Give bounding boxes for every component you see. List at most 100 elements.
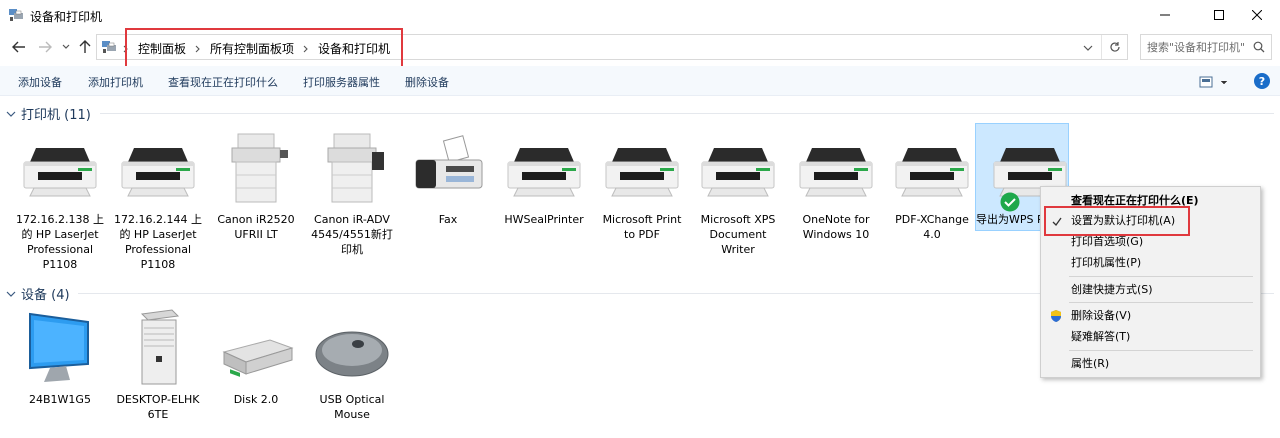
- see-whats-printing-button[interactable]: 查看现在正在打印什么: [168, 74, 278, 90]
- address-history-chevron-icon[interactable]: [1081, 42, 1095, 54]
- chevron-down-icon: [62, 44, 70, 49]
- item-label-line: Professional: [124, 243, 192, 256]
- search-input[interactable]: [1147, 36, 1251, 58]
- window-title: 设备和打印机: [30, 10, 103, 24]
- menu-separator: [1069, 276, 1253, 277]
- item-label-line: DESKTOP-ELHK: [116, 393, 200, 406]
- search-box[interactable]: [1140, 34, 1272, 60]
- item-label-line: to PDF: [624, 228, 660, 241]
- up-button[interactable]: [76, 38, 94, 56]
- item-label: Microsoft Print to PDF: [592, 212, 692, 242]
- devices-group-header[interactable]: 设备 (4): [6, 284, 70, 303]
- item-label-line: P1108: [42, 258, 78, 271]
- remove-device-button[interactable]: 删除设备: [405, 74, 449, 90]
- item-label-line: 24B1W1G5: [29, 393, 91, 406]
- chevron-down-icon: [6, 291, 16, 297]
- item-label-line: P1108: [140, 258, 176, 271]
- minimize-icon: [1160, 14, 1170, 16]
- help-icon: ?: [1258, 74, 1266, 88]
- printer-icon: [507, 148, 581, 197]
- printer-icon: [605, 148, 679, 197]
- menu-item-printer-properties[interactable]: 打印机属性(P): [1071, 253, 1141, 273]
- item-label-line: Canon iR-ADV: [314, 213, 390, 226]
- menu-item-troubleshoot[interactable]: 疑难解答(T): [1071, 327, 1130, 347]
- item-label: DESKTOP-ELHK 6TE: [108, 392, 208, 422]
- printer-icon: [701, 148, 775, 197]
- printers-group-header[interactable]: 打印机 (11): [6, 104, 91, 123]
- address-highlight-box: [125, 28, 403, 70]
- printer-icon: [23, 148, 97, 197]
- item-label-line: UFRII LT: [234, 228, 278, 241]
- title-bar: 设备和打印机: [0, 0, 1280, 30]
- printers-group-title: 打印机 (11): [21, 108, 91, 123]
- group-divider: [100, 113, 1274, 114]
- devices-group-title: 设备 (4): [21, 288, 70, 303]
- item-label-line: 4.0: [923, 228, 941, 241]
- maximize-icon: [1214, 10, 1224, 20]
- copier-printer-icon: [327, 133, 384, 203]
- desktop-computer-icon: [140, 309, 180, 385]
- search-icon[interactable]: [1253, 41, 1265, 53]
- item-label-line: Writer: [721, 243, 755, 256]
- devices-printers-location-icon: [102, 41, 116, 53]
- printer-icon: [895, 148, 969, 197]
- printer-icon: [121, 148, 195, 197]
- item-label: USB Optical Mouse: [302, 392, 402, 422]
- help-button[interactable]: ?: [1254, 73, 1270, 89]
- item-label-line: Microsoft Print: [602, 213, 682, 226]
- item-label: 24B1W1G5: [10, 392, 110, 407]
- print-server-properties-button[interactable]: 打印服务器属性: [303, 74, 380, 90]
- usb-disk-icon: [222, 339, 294, 377]
- item-label: HWSealPrinter: [494, 212, 594, 227]
- change-view-icon[interactable]: [1199, 75, 1229, 89]
- item-label-line: Microsoft XPS: [700, 213, 776, 226]
- item-label: Fax: [398, 212, 498, 227]
- back-arrow-icon: [12, 41, 25, 53]
- item-label: 172.16.2.144 上的 HP LaserJet Professional P…: [108, 212, 208, 272]
- close-icon: [1252, 10, 1262, 20]
- up-arrow-icon: [79, 40, 91, 53]
- shield-icon: [1051, 310, 1061, 322]
- item-label-line: 6TE: [147, 408, 169, 421]
- copier-printer-icon: [231, 133, 288, 203]
- item-label-line: 印机: [341, 243, 363, 256]
- item-label-line: OneNote for: [802, 213, 870, 226]
- add-device-button[interactable]: 添加设备: [18, 74, 62, 90]
- item-label-line: Disk 2.0: [233, 393, 279, 406]
- forward-button[interactable]: [36, 38, 54, 56]
- devices-printers-app-icon: [9, 9, 23, 21]
- item-label-line: Mouse: [334, 408, 370, 421]
- printer-icon: [799, 148, 873, 197]
- back-button[interactable]: [10, 38, 28, 56]
- forward-arrow-icon: [39, 41, 52, 53]
- menu-item-properties[interactable]: 属性(R): [1071, 354, 1109, 374]
- item-label-line: 的 HP LaserJet: [119, 228, 197, 241]
- chevron-down-icon: [6, 111, 16, 117]
- menu-item-create-shortcut[interactable]: 创建快捷方式(S): [1071, 280, 1153, 300]
- mouse-icon: [315, 331, 389, 377]
- menu-separator: [1069, 302, 1253, 303]
- item-label-line: 4545/4551新打: [311, 228, 393, 241]
- item-label-line: Canon iR2520: [217, 213, 295, 226]
- menu-item-remove-device[interactable]: 删除设备(V): [1071, 306, 1131, 326]
- item-label-line: 172.16.2.144 上: [114, 213, 202, 226]
- item-label-line: HWSealPrinter: [504, 213, 584, 226]
- item-label-line: 的 HP LaserJet: [21, 228, 99, 241]
- refresh-button[interactable]: [1101, 35, 1127, 59]
- close-button[interactable]: [1234, 0, 1280, 30]
- monitor-icon: [29, 312, 89, 382]
- item-label: OneNote for Windows 10: [786, 212, 886, 242]
- add-printer-button[interactable]: 添加打印机: [88, 74, 143, 90]
- item-label: PDF-XChange 4.0: [882, 212, 982, 242]
- minimize-button[interactable]: [1142, 0, 1188, 30]
- default-printer-check-icon: [1000, 192, 1020, 212]
- recent-locations-button[interactable]: [60, 38, 72, 56]
- item-label: Canon iR2520 UFRII LT: [206, 212, 306, 242]
- item-label: Canon iR-ADV 4545/4551新打 印机: [302, 212, 402, 257]
- item-label-line: Windows 10: [802, 228, 870, 241]
- menu-separator: [1069, 350, 1253, 351]
- item-label-line: 172.16.2.138 上: [16, 213, 104, 226]
- fax-icon: [415, 135, 483, 189]
- refresh-icon: [1109, 42, 1120, 52]
- item-label-line: Document: [709, 228, 767, 241]
